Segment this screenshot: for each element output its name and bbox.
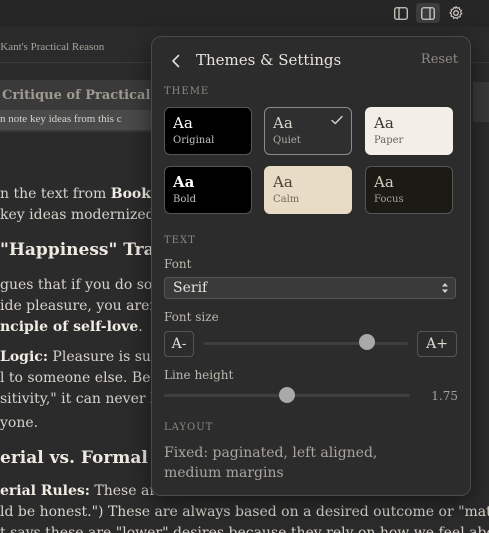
chevron-left-icon xyxy=(172,54,180,68)
theme-sample: Aa xyxy=(374,114,394,132)
sidebar-left-icon[interactable] xyxy=(389,3,413,23)
text-line: Logic: Pleasure is subje xyxy=(0,349,173,365)
text-line: l to someone else. Becau xyxy=(0,370,176,386)
sidebar-right-icon[interactable] xyxy=(416,3,440,23)
text-line: erial Rules: These are " xyxy=(0,483,176,499)
font-size-increase-button[interactable]: A+ xyxy=(417,331,457,357)
layout-description: Fixed: paginated, left aligned, medium m… xyxy=(164,445,378,481)
text-line: gues that if you do some xyxy=(0,277,174,293)
gear-icon[interactable] xyxy=(444,3,468,23)
theme-name: Focus xyxy=(374,194,404,205)
checkmark-icon xyxy=(331,115,343,125)
highlight-note-text: n note key ideas from this c xyxy=(0,113,122,125)
panel-title: Themes & Settings xyxy=(196,51,342,69)
theme-name: Original xyxy=(173,135,215,146)
text-line: nciple of self-love. xyxy=(0,319,143,335)
text-line: key ideas modernized fo xyxy=(0,207,173,223)
font-size-slider-track[interactable] xyxy=(204,342,408,345)
theme-sample: Aa xyxy=(374,173,394,191)
theme-section-label: THEME xyxy=(164,86,210,97)
font-size-decrease-button[interactable]: A- xyxy=(164,331,194,357)
themes-settings-panel: Themes & Settings Reset THEME Aa Original… xyxy=(151,36,471,496)
text-line: ide pleasure, you aren't xyxy=(0,298,168,314)
theme-option-paper[interactable]: Aa Paper xyxy=(365,107,453,155)
text-line: ld be honest.") These are always based o… xyxy=(0,504,489,520)
theme-sample: Aa xyxy=(173,173,195,191)
font-label: Font xyxy=(164,257,192,271)
scrollbar[interactable] xyxy=(473,82,489,122)
highlight-note: n note key ideas from this c xyxy=(0,110,170,130)
select-arrows-icon xyxy=(442,283,448,293)
reset-button[interactable]: Reset xyxy=(421,52,458,67)
line-height-value: 1.75 xyxy=(431,389,458,403)
font-select-value: Serif xyxy=(173,280,208,296)
theme-name: Paper xyxy=(374,135,404,146)
font-size-slider-thumb[interactable] xyxy=(359,334,376,350)
text-line: yone. xyxy=(0,415,39,431)
text-line: n the text from Book I, xyxy=(0,186,168,202)
theme-name: Quiet xyxy=(273,135,301,146)
font-select[interactable]: Serif xyxy=(164,277,456,299)
theme-sample: Aa xyxy=(173,114,193,132)
theme-option-bold[interactable]: Aa Bold xyxy=(164,166,252,214)
layout-section-label: LAYOUT xyxy=(164,422,214,433)
back-button[interactable] xyxy=(166,51,186,71)
font-size-label: Font size xyxy=(164,310,219,324)
theme-option-calm[interactable]: Aa Calm xyxy=(264,166,352,214)
theme-name: Bold xyxy=(173,194,196,205)
theme-option-original[interactable]: Aa Original xyxy=(164,107,252,155)
line-height-label: Line height xyxy=(164,368,234,382)
theme-option-focus[interactable]: Aa Focus xyxy=(365,166,453,214)
line-height-slider-thumb[interactable] xyxy=(279,387,295,403)
text-section-label: TEXT xyxy=(164,235,196,246)
theme-option-quiet[interactable]: Aa Quiet xyxy=(264,107,352,155)
document-title: g Kant's Practical Reason xyxy=(0,41,105,53)
text-line: t says these are "lower" desires because… xyxy=(0,525,489,533)
theme-sample: Aa xyxy=(273,114,293,132)
top-toolbar xyxy=(0,0,489,27)
theme-name: Calm xyxy=(273,194,300,205)
theme-sample: Aa xyxy=(273,173,293,191)
text-line: sitivity," it can never be xyxy=(0,391,168,407)
